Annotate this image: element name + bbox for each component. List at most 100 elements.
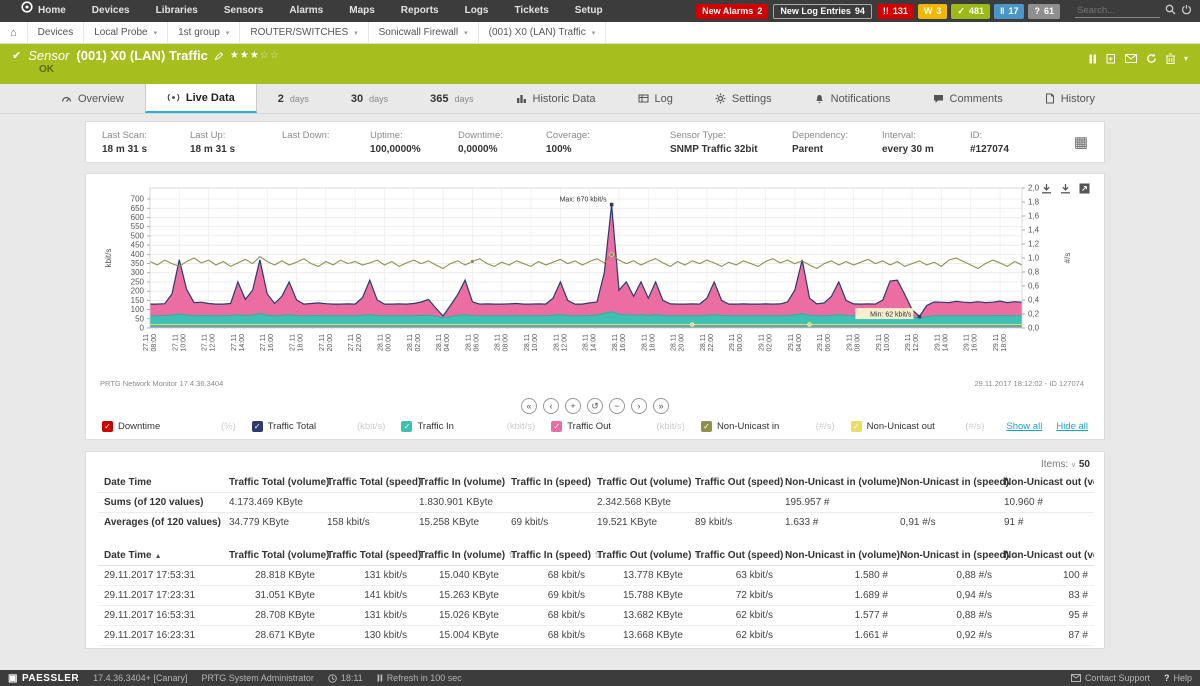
legend-item-label[interactable]: Traffic Total [268, 421, 316, 432]
tab-overview[interactable]: Overview [40, 84, 145, 113]
legend-checkbox-downtime[interactable]: ✓ [102, 421, 113, 432]
nav-item-sensors[interactable]: Sensors [211, 0, 276, 22]
download-csv-icon[interactable] [1060, 181, 1071, 199]
tab-historic-data[interactable]: Historic Data [495, 84, 617, 113]
svg-text:28.11: 28.11 [407, 334, 414, 351]
warning-badge[interactable]: W3 [918, 4, 948, 19]
status-field-value: #127074 [970, 144, 1034, 155]
breadcrumb-item-devices[interactable]: Devices [28, 22, 85, 43]
column-header-traffic-in-volume[interactable]: Traffic In (volume)⇅ [413, 546, 505, 566]
reset-zoom-button[interactable]: ↺ [587, 398, 603, 414]
footer-user[interactable]: PRTG System Administrator [201, 673, 313, 683]
help-link[interactable]: ?Help [1164, 673, 1192, 683]
column-header-non-unicast-in-speed[interactable]: Non-Unicast in (speed)⇅ [894, 546, 998, 566]
column-header-traffic-total-volume[interactable]: Traffic Total (volume)⇅ [223, 546, 321, 566]
breadcrumb-item-local-probe[interactable]: Local Probe▾ [84, 22, 168, 43]
chevron-down-icon: ▾ [592, 29, 596, 37]
tab-30-days[interactable]: 30days [330, 84, 409, 113]
breadcrumb-item-router-switches[interactable]: ROUTER/SWITCHES▾ [240, 22, 368, 43]
contact-support-link[interactable]: Contact Support [1071, 673, 1150, 683]
qr-code-icon[interactable]: ▦ [1074, 133, 1088, 151]
paused-badge[interactable]: ‖17 [994, 4, 1025, 19]
column-header-traffic-in-speed[interactable]: Traffic In (speed)⇅ [505, 546, 591, 566]
search-input[interactable] [1075, 4, 1160, 18]
new-log-entries-button[interactable]: New Log Entries 94 [773, 4, 872, 19]
column-header-label: Traffic Out (volume) [597, 550, 691, 561]
new-alarms-button[interactable]: New Alarms 2 [696, 4, 768, 19]
column-header-date-time[interactable]: Date Time▲ [98, 546, 223, 566]
tab-log[interactable]: Log [617, 84, 694, 113]
clone-sensor-icon[interactable] [1106, 53, 1116, 64]
legend-checkbox-traffic-total[interactable]: ✓ [252, 421, 263, 432]
svg-text:27.11: 27.11 [260, 334, 267, 351]
error-badge[interactable]: !!131 [877, 4, 914, 19]
breadcrumb-home[interactable]: ⌂ [0, 22, 28, 43]
edit-icon[interactable] [215, 48, 223, 63]
tab-notifications[interactable]: Notifications [793, 84, 912, 113]
notify-email-icon[interactable] [1125, 54, 1137, 63]
tab-settings[interactable]: Settings [694, 84, 793, 113]
pause-sensor-icon[interactable] [1089, 54, 1097, 64]
legend-checkbox-non-unicast-in[interactable]: ✓ [701, 421, 712, 432]
scroll-left-button[interactable]: ‹ [543, 398, 559, 414]
footer-refresh[interactable]: Refresh in 100 sec [377, 673, 462, 683]
zoom-in-button[interactable]: + [565, 398, 581, 414]
legend-item-label[interactable]: Non-Unicast in [717, 421, 779, 432]
svg-text:28.11: 28.11 [377, 334, 384, 351]
show-all-link[interactable]: Show all [1006, 421, 1042, 432]
nav-item-devices[interactable]: Devices [79, 0, 143, 22]
legend-checkbox-non-unicast-out[interactable]: ✓ [851, 421, 862, 432]
legend-item-label[interactable]: Traffic In [417, 421, 453, 432]
table-cell: 15.004 KByte [413, 626, 505, 646]
download-png-icon[interactable] [1041, 181, 1052, 199]
tab-comments[interactable]: Comments [912, 84, 1024, 113]
paessler-logo[interactable]: ▣PAESSLER [8, 673, 79, 684]
nav-item-maps[interactable]: Maps [336, 0, 388, 22]
more-actions-caret-icon[interactable]: ▾ [1184, 54, 1188, 63]
ok-badge[interactable]: ✓481 [951, 4, 990, 19]
main-menu: HomeDevicesLibrariesSensorsAlarmsMapsRep… [8, 0, 696, 22]
zoom-out-button[interactable]: − [609, 398, 625, 414]
priority-stars[interactable]: ★★★☆☆ [230, 50, 280, 61]
nav-item-libraries[interactable]: Libraries [143, 0, 211, 22]
svg-text:29.11: 29.11 [729, 334, 736, 351]
nav-item-setup[interactable]: Setup [562, 0, 616, 22]
breadcrumb-item-001-x0-lan-traffic[interactable]: (001) X0 (LAN) Traffic▾ [479, 22, 607, 43]
legend-item-label[interactable]: Non-Unicast out [867, 421, 935, 432]
tab-2-days[interactable]: 2days [257, 84, 330, 113]
items-per-page[interactable]: Items: ∨ 50 [98, 454, 1092, 473]
nav-item-reports[interactable]: Reports [388, 0, 452, 22]
delete-sensor-icon[interactable] [1166, 53, 1175, 64]
svg-text:0,0: 0,0 [1028, 324, 1040, 333]
nav-item-logs[interactable]: Logs [452, 0, 502, 22]
tab-live-data[interactable]: Live Data [145, 84, 257, 113]
scroll-far-right-button[interactable]: » [653, 398, 669, 414]
column-header-traffic-out-speed[interactable]: Traffic Out (speed)⇅ [689, 546, 779, 566]
search-icon[interactable] [1165, 4, 1176, 18]
hide-all-link[interactable]: Hide all [1056, 421, 1088, 432]
status-field-value: SNMP Traffic 32bit [670, 144, 792, 155]
column-header-traffic-total-speed[interactable]: Traffic Total (speed)⇅ [321, 546, 413, 566]
tab-history[interactable]: History [1024, 84, 1116, 113]
unknown-badge[interactable]: ?61 [1028, 4, 1060, 19]
nav-item-tickets[interactable]: Tickets [501, 0, 561, 22]
breadcrumb-item-sonicwall-firewall[interactable]: Sonicwall Firewall▾ [369, 22, 479, 43]
tab-365-days[interactable]: 365days [409, 84, 494, 113]
column-header-non-unicast-out-volume[interactable]: Non-Unicast out (volume)⇅ [998, 546, 1094, 566]
legend-item-label[interactable]: Downtime [118, 421, 160, 432]
column-header-non-unicast-in-volume[interactable]: Non-Unicast in (volume)⇅ [779, 546, 894, 566]
svg-text:22:00: 22:00 [708, 334, 715, 352]
scroll-right-button[interactable]: › [631, 398, 647, 414]
logout-icon[interactable] [1181, 4, 1192, 18]
expand-chart-icon[interactable] [1079, 181, 1090, 199]
column-header-traffic-out-volume[interactable]: Traffic Out (volume)⇅ [591, 546, 689, 566]
legend-checkbox-traffic-out[interactable]: ✓ [551, 421, 562, 432]
legend-item-label[interactable]: Traffic Out [567, 421, 611, 432]
nav-item-alarms[interactable]: Alarms [276, 0, 336, 22]
nav-item-home[interactable]: Home [8, 0, 79, 22]
refresh-sensor-icon[interactable] [1146, 53, 1157, 64]
legend-checkbox-traffic-in[interactable]: ✓ [401, 421, 412, 432]
breadcrumb-item-1st-group[interactable]: 1st group▾ [168, 22, 240, 43]
scroll-far-left-button[interactable]: « [521, 398, 537, 414]
sort-ascending-icon[interactable]: ▲ [155, 553, 162, 560]
